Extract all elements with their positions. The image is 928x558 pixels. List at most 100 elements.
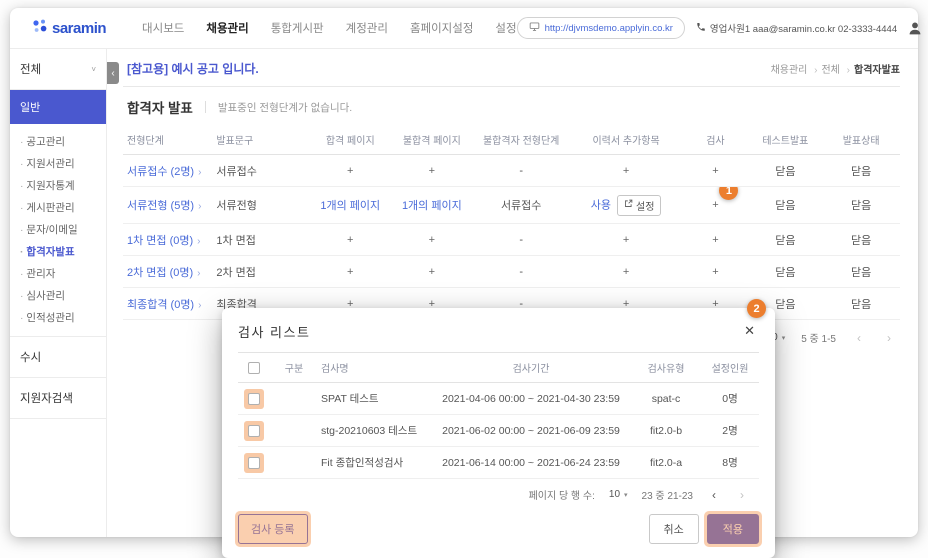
caret-down-icon: ▾: [624, 491, 628, 499]
table-row: 서류전형 (5명) › 서류전형 1개의 페이지 1개의 페이지 서류접수 사용 설…: [123, 186, 900, 224]
sidebar-item[interactable]: 문자/이메일: [18, 218, 102, 240]
nav-dashboard[interactable]: 대시보드: [142, 20, 184, 36]
row-checkbox[interactable]: [248, 456, 260, 469]
prev-page-button[interactable]: ‹: [707, 488, 721, 502]
fail-page-link[interactable]: 1개의 페이지: [402, 200, 462, 212]
table-header-row: 구분 검사명 검사기간 검사유형 설정인원: [238, 352, 759, 383]
site-url-pill[interactable]: http://djvmsdemo.applyin.co.kr: [516, 17, 685, 39]
sidebar-all-label: 전체: [20, 64, 42, 76]
phone-icon: [696, 22, 706, 35]
sidebar-item[interactable]: 지원서관리: [18, 152, 102, 174]
stage-link[interactable]: 1차 면접 (0명) ›: [127, 235, 201, 247]
column-header: 이력서 추가항목: [569, 125, 683, 155]
sidebar-menu: 공고관리 지원서관리 지원자통계 게시판관리 문자/이메일 합격자발표 관리자 …: [10, 130, 106, 337]
add-exam-link[interactable]: +: [712, 266, 718, 278]
row-checkbox[interactable]: [248, 424, 260, 437]
stage-link[interactable]: 서류접수 (2명) ›: [127, 166, 201, 178]
nav-settings[interactable]: 설정: [495, 20, 516, 36]
breadcrumb: 채용관리 전체 합격자발표: [771, 61, 900, 76]
register-exam-button[interactable]: 검사 등록: [235, 511, 311, 547]
account-text: 영업사원1 aaa@saramin.co.kr 02-3333-4444: [709, 24, 898, 35]
caret-down-icon: ▾: [781, 334, 786, 342]
publish-status-toggle[interactable]: 닫음: [851, 200, 871, 212]
sidebar-item[interactable]: 지원자통계: [18, 174, 102, 196]
phrase-cell: 서류전형: [212, 186, 310, 224]
stage-link[interactable]: 최종합격 (0명) ›: [127, 299, 201, 311]
exam-name-cell: Fit 종합인적성검사: [318, 446, 431, 479]
test-publish-toggle[interactable]: 닫음: [775, 166, 795, 178]
pass-page-link[interactable]: 1개의 페이지: [320, 200, 380, 212]
resume-extra-settings-button[interactable]: 설정: [617, 194, 662, 216]
test-publish-toggle[interactable]: 닫음: [775, 267, 795, 279]
sidebar-section-applicant-search[interactable]: 지원자검색: [10, 378, 106, 419]
test-publish-toggle[interactable]: 닫음: [775, 235, 795, 247]
nav-recruit-management[interactable]: 채용관리: [206, 20, 248, 36]
column-header: 검사유형: [631, 352, 701, 383]
add-resume-extra-link[interactable]: +: [623, 266, 629, 278]
add-resume-extra-link[interactable]: +: [623, 234, 629, 246]
test-publish-toggle[interactable]: 닫음: [775, 299, 795, 311]
exam-count-cell: 0명: [701, 382, 759, 415]
add-exam-link[interactable]: +: [712, 199, 718, 211]
sidebar-item[interactable]: 공고관리: [18, 130, 102, 152]
annotation-badge-1: 1: [719, 186, 739, 200]
sidebar-item[interactable]: 관리자: [18, 262, 102, 284]
sidebar-item[interactable]: 게시판관리: [18, 196, 102, 218]
resume-extra-in-use-link[interactable]: 사용: [591, 199, 611, 211]
add-fail-page-link[interactable]: +: [429, 165, 435, 177]
add-fail-page-link[interactable]: +: [429, 266, 435, 278]
sidebar-item-pass-announcement[interactable]: 합격자발표: [18, 240, 102, 262]
publish-status-toggle[interactable]: 닫음: [851, 267, 871, 279]
top-right-tools: http://djvmsdemo.applyin.co.kr 영업사원1 aaa…: [516, 17, 928, 39]
nav-account-management[interactable]: 계정관리: [346, 20, 388, 36]
add-resume-extra-link[interactable]: +: [623, 165, 629, 177]
breadcrumb-item[interactable]: 전체: [821, 61, 850, 76]
notice-text[interactable]: [참고용] 예시 공고 입니다.: [127, 60, 259, 77]
exam-period-cell: 2021-06-14 00:00 ~ 2021-06-24 23:59: [431, 446, 631, 479]
sidebar-section-general[interactable]: 일반: [10, 90, 106, 124]
saramin-logo[interactable]: saramin: [32, 18, 107, 39]
table-row: 1차 면접 (0명) › 1차 면접 + + - + + 닫음 닫음: [123, 223, 900, 256]
add-fail-page-link[interactable]: +: [429, 234, 435, 246]
nav-integrated-board[interactable]: 통합게시판: [271, 20, 324, 36]
divider: [204, 101, 206, 113]
cancel-button[interactable]: 취소: [648, 514, 699, 544]
select-all-checkbox[interactable]: [248, 361, 260, 374]
prev-page-button[interactable]: ‹: [852, 331, 866, 345]
table-row: stg-20210603 테스트 2021-06-02 00:00 ~ 2021…: [238, 414, 759, 447]
close-icon[interactable]: ✕: [740, 321, 759, 341]
publish-status-toggle[interactable]: 닫음: [851, 235, 871, 247]
stage-link[interactable]: 서류전형 (5명) ›: [127, 200, 201, 212]
account-info: 영업사원1 aaa@saramin.co.kr 02-3333-4444: [696, 21, 897, 35]
publish-status-toggle[interactable]: 닫음: [851, 166, 871, 178]
sidebar-section-susi[interactable]: 수시: [10, 337, 106, 378]
add-pass-page-link[interactable]: +: [347, 234, 353, 246]
sidebar-item[interactable]: 인적성관리: [18, 306, 102, 328]
row-checkbox[interactable]: [248, 392, 260, 405]
publish-status-toggle[interactable]: 닫음: [851, 299, 871, 311]
table-row: 2차 면접 (0명) › 2차 면접 + + - + + 닫음 닫음: [123, 255, 900, 288]
column-header: 발표상태: [822, 125, 900, 155]
column-header: 검사명: [318, 352, 431, 383]
user-icon[interactable]: [908, 21, 922, 35]
stage-link[interactable]: 2차 면접 (0명) ›: [127, 267, 201, 279]
sidebar-collapse-button[interactable]: ‹: [107, 62, 119, 84]
apply-button[interactable]: 적용: [703, 511, 762, 547]
test-publish-toggle[interactable]: 닫음: [775, 200, 795, 212]
add-exam-link[interactable]: +: [712, 234, 718, 246]
next-page-button[interactable]: ›: [735, 488, 749, 502]
next-page-button[interactable]: ›: [882, 331, 896, 345]
breadcrumb-item[interactable]: 채용관리: [771, 61, 818, 76]
page-subtitle: 발표중인 전형단계가 없습니다.: [217, 101, 353, 114]
exam-type-cell: fit2.0-b: [631, 414, 701, 447]
add-pass-page-link[interactable]: +: [347, 165, 353, 177]
add-exam-link[interactable]: +: [712, 165, 718, 177]
column-header: 불합격 페이지: [391, 125, 473, 155]
fail-stage-cell: -: [472, 154, 570, 187]
modal-title: 검사 리스트: [238, 324, 311, 340]
rows-per-page-select[interactable]: 10 ▾: [609, 489, 628, 500]
sidebar-all[interactable]: 전체 ˅: [10, 49, 106, 90]
add-pass-page-link[interactable]: +: [347, 266, 353, 278]
nav-homepage-settings[interactable]: 홈페이지설정: [410, 20, 473, 36]
sidebar-item[interactable]: 심사관리: [18, 284, 102, 306]
